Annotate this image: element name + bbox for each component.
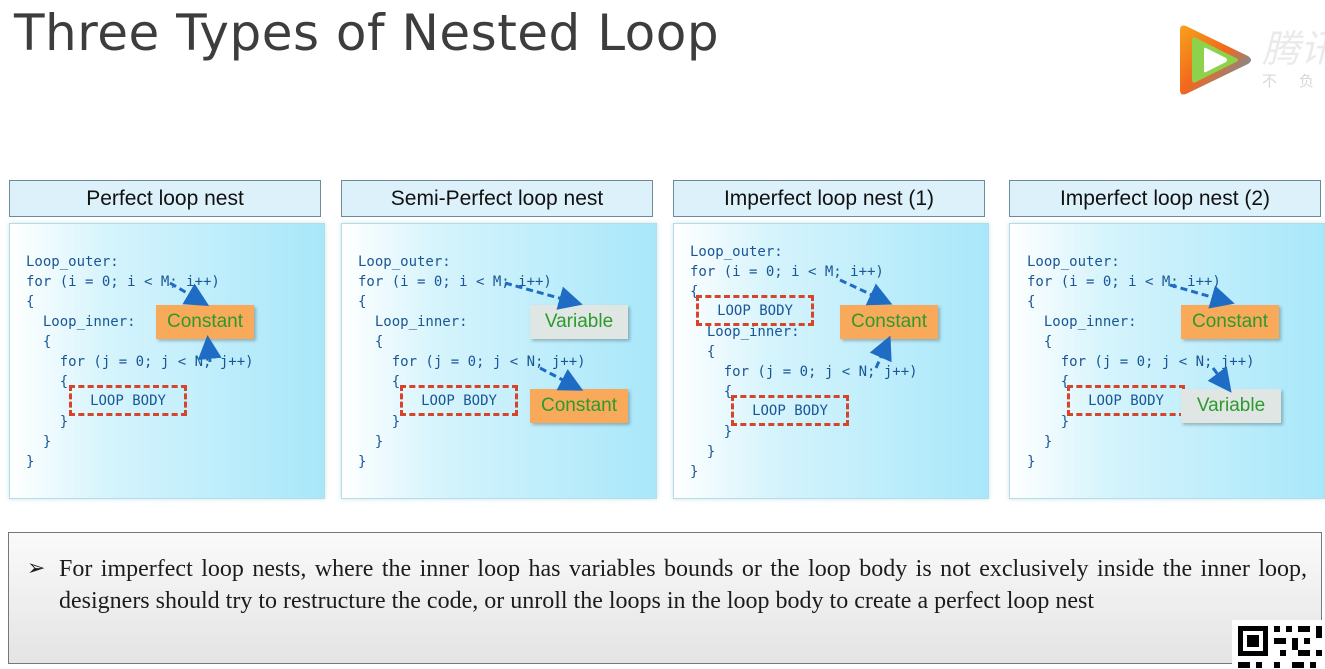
panel-4-constant-tag: Constant: [1181, 305, 1279, 339]
panel-2-loop-body: LOOP BODY: [400, 385, 518, 416]
panel-2-variable-tag: Variable: [530, 305, 628, 339]
panel-1-constant-tag: Constant: [156, 305, 254, 339]
panel-2-code: Loop_outer: for (i = 0; i < M; i++) { Lo…: [358, 254, 586, 470]
note-box: ➢ For imperfect loop nests, where the in…: [8, 532, 1322, 664]
panel-3-heading: Imperfect loop nest (1): [673, 180, 985, 217]
panel-1-loop-body: LOOP BODY: [69, 385, 187, 416]
watermark-brand-text: 腾讯: [1262, 29, 1325, 71]
panel-4-variable-tag: Variable: [1181, 389, 1281, 423]
note-bullet-icon: ➢: [27, 556, 46, 581]
panel-4-loop-body: LOOP BODY: [1067, 385, 1185, 416]
note-text: For imperfect loop nests, where the inne…: [59, 556, 1307, 614]
panel-2-heading: Semi-Perfect loop nest: [341, 180, 653, 217]
panel-4-code: Loop_outer: for (i = 0; i < M; i++) { Lo…: [1027, 254, 1255, 470]
panel-3-code: Loop_outer: for (i = 0; i < M; i++) { Lo…: [690, 244, 918, 480]
panel-3-loop-body-outer: LOOP BODY: [696, 295, 814, 326]
panel-3-loop-body-inner: LOOP BODY: [731, 395, 849, 426]
slide-title: Three Types of Nested Loop: [14, 4, 720, 62]
panel-4-heading: Imperfect loop nest (2): [1009, 180, 1321, 217]
panel-1-code: Loop_outer: for (i = 0; i < M; i++) { Lo…: [26, 254, 254, 470]
qr-code-icon: [1232, 620, 1325, 669]
panel-3-constant-tag: Constant: [840, 305, 938, 339]
panel-1-heading: Perfect loop nest: [9, 180, 321, 217]
panel-2-constant-tag: Constant: [530, 389, 628, 423]
watermark-sub-text: 不负: [1262, 73, 1314, 90]
